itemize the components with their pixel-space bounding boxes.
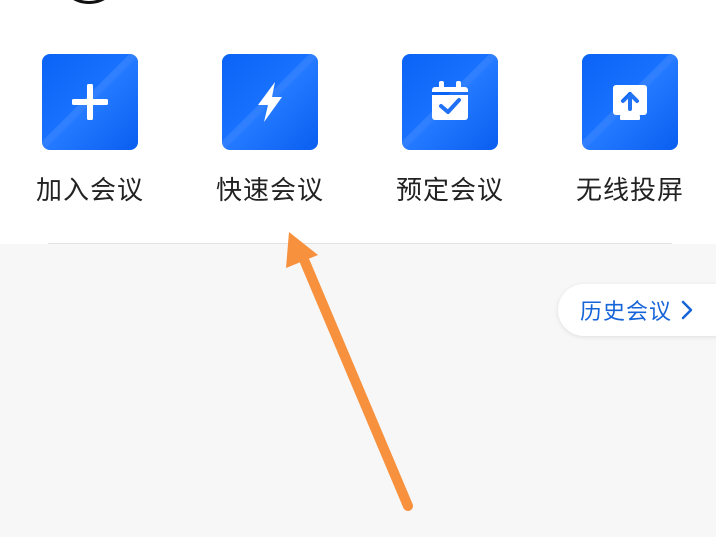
join-meeting-button[interactable]: 加入会议 <box>10 54 170 214</box>
schedule-meeting-tile[interactable] <box>402 54 498 150</box>
quick-meeting-label: 快速会议 <box>215 176 324 206</box>
quick-meeting-tile[interactable] <box>222 54 318 150</box>
avatar[interactable] <box>60 0 118 4</box>
screen-cast-icon <box>613 85 647 120</box>
wireless-cast-tile[interactable] <box>582 54 678 150</box>
quick-meeting-button[interactable]: 快速会议 <box>190 54 350 214</box>
lightning-icon <box>258 82 282 122</box>
history-meetings-label: 历史会议 <box>580 300 673 325</box>
history-meetings-button[interactable]: 历史会议 <box>558 284 716 336</box>
meeting-actions-panel: 加入会议 快速会议 预定会议 无线投屏 <box>0 0 716 244</box>
join-meeting-label: 加入会议 <box>35 176 144 206</box>
chevron-right-icon <box>681 300 693 320</box>
divider <box>48 243 672 244</box>
join-meeting-tile[interactable] <box>42 54 138 150</box>
wireless-cast-label: 无线投屏 <box>575 176 684 206</box>
calendar-check-icon <box>432 81 468 120</box>
schedule-meeting-button[interactable]: 预定会议 <box>370 54 530 214</box>
plus-icon <box>72 84 108 120</box>
wireless-cast-button[interactable]: 无线投屏 <box>550 54 710 214</box>
schedule-meeting-label: 预定会议 <box>395 176 504 206</box>
